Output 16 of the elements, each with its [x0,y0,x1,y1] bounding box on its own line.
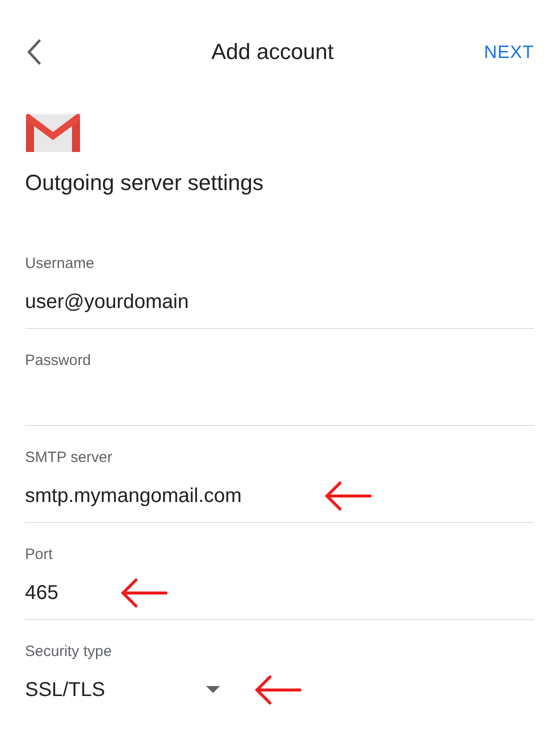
input-field[interactable]: smtp.mymangomail.com [25,481,290,511]
field-label: Port [25,545,54,565]
field-label: SMTP server [25,448,114,468]
mail-logo-icon [25,112,81,154]
section-heading: Outgoing server settings [25,170,264,196]
back-button[interactable] [25,38,43,66]
next-button[interactable]: NEXT [484,42,534,62]
screen-title: Add account [211,39,334,65]
input-field[interactable]: 465 [25,578,86,608]
input-field[interactable]: user@yourdomain [25,287,230,317]
caret-icon [206,686,220,694]
field-label: Password [25,351,92,371]
field-label: Security type [25,642,113,662]
field-label: Username [25,254,96,274]
security-dropdown[interactable]: SSL/TLS [25,675,220,705]
back-icon [25,38,43,66]
